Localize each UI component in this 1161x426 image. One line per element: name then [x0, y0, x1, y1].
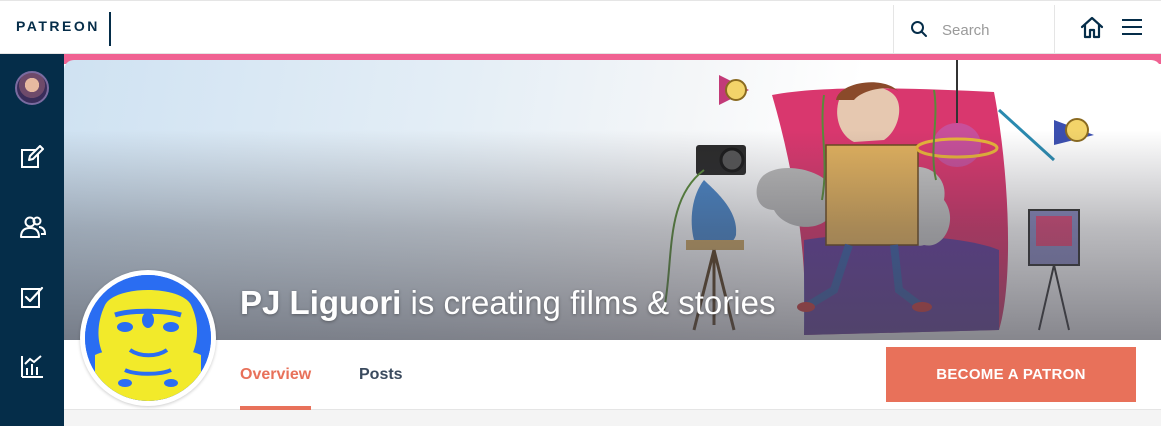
cover-banner: PJ Liguori is creating films & stories — [64, 60, 1161, 340]
creator-tagline: is creating films & stories — [401, 284, 776, 321]
analytics-icon[interactable] — [20, 355, 44, 379]
people-icon[interactable] — [20, 215, 47, 239]
account-avatar[interactable] — [15, 71, 49, 105]
search-icon[interactable] — [910, 20, 928, 43]
left-sidebar — [0, 54, 64, 426]
hamburger-menu-icon[interactable] — [1121, 17, 1143, 37]
creator-avatar-image — [85, 275, 211, 401]
search-box[interactable] — [893, 5, 1055, 53]
tab-overview[interactable]: Overview — [240, 366, 311, 384]
creator-headline: PJ Liguori is creating films & stories — [240, 284, 775, 322]
creator-avatar[interactable] — [80, 270, 216, 406]
content-area — [64, 410, 1161, 426]
patreon-logo[interactable]: PATREON — [16, 18, 100, 34]
home-icon[interactable] — [1079, 15, 1105, 41]
checklist-icon[interactable] — [20, 285, 44, 309]
profile-nav: Overview Posts BECOME A PATRON — [64, 340, 1161, 410]
creator-name: PJ Liguori — [240, 284, 402, 321]
search-input[interactable] — [942, 19, 1046, 41]
become-a-patron-button[interactable]: BECOME A PATRON — [886, 347, 1136, 402]
logo-divider — [109, 12, 111, 46]
tab-posts[interactable]: Posts — [359, 366, 403, 384]
top-header: PATREON — [0, 0, 1161, 54]
edit-icon[interactable] — [20, 145, 44, 169]
